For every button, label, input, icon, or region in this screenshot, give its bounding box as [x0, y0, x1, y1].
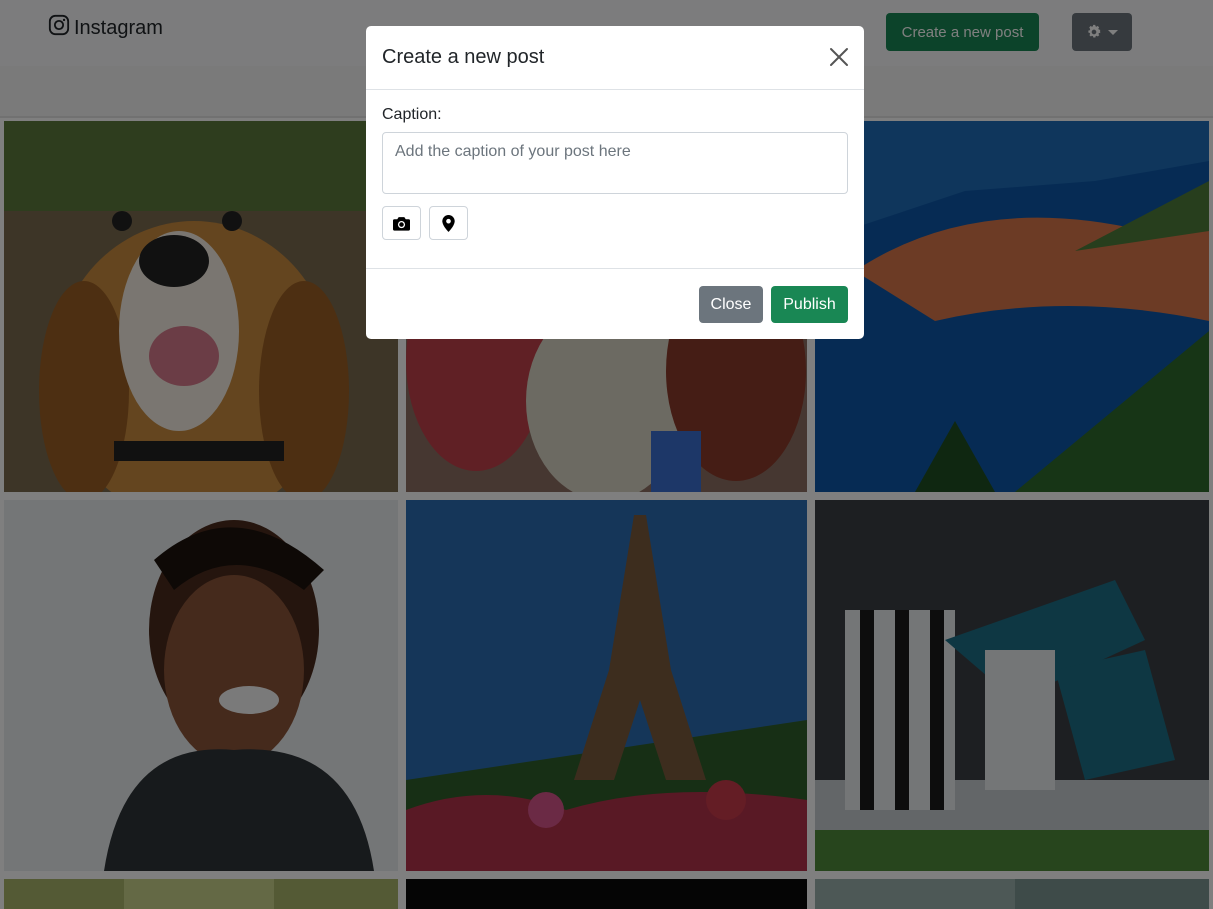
create-post-modal: Create a new post Caption: Close Publish — [366, 26, 864, 339]
publish-button[interactable]: Publish — [771, 286, 848, 323]
caption-label: Caption: — [382, 106, 442, 123]
camera-icon — [393, 216, 410, 231]
close-button[interactable]: Close — [699, 286, 763, 323]
caption-input[interactable] — [382, 132, 848, 194]
map-pin-icon — [442, 214, 455, 232]
add-location-button[interactable] — [429, 206, 468, 240]
add-photo-button[interactable] — [382, 206, 421, 240]
close-icon[interactable] — [828, 46, 850, 68]
modal-header: Create a new post — [366, 26, 864, 90]
modal-footer-divider — [366, 268, 864, 269]
modal-title: Create a new post — [382, 46, 545, 68]
